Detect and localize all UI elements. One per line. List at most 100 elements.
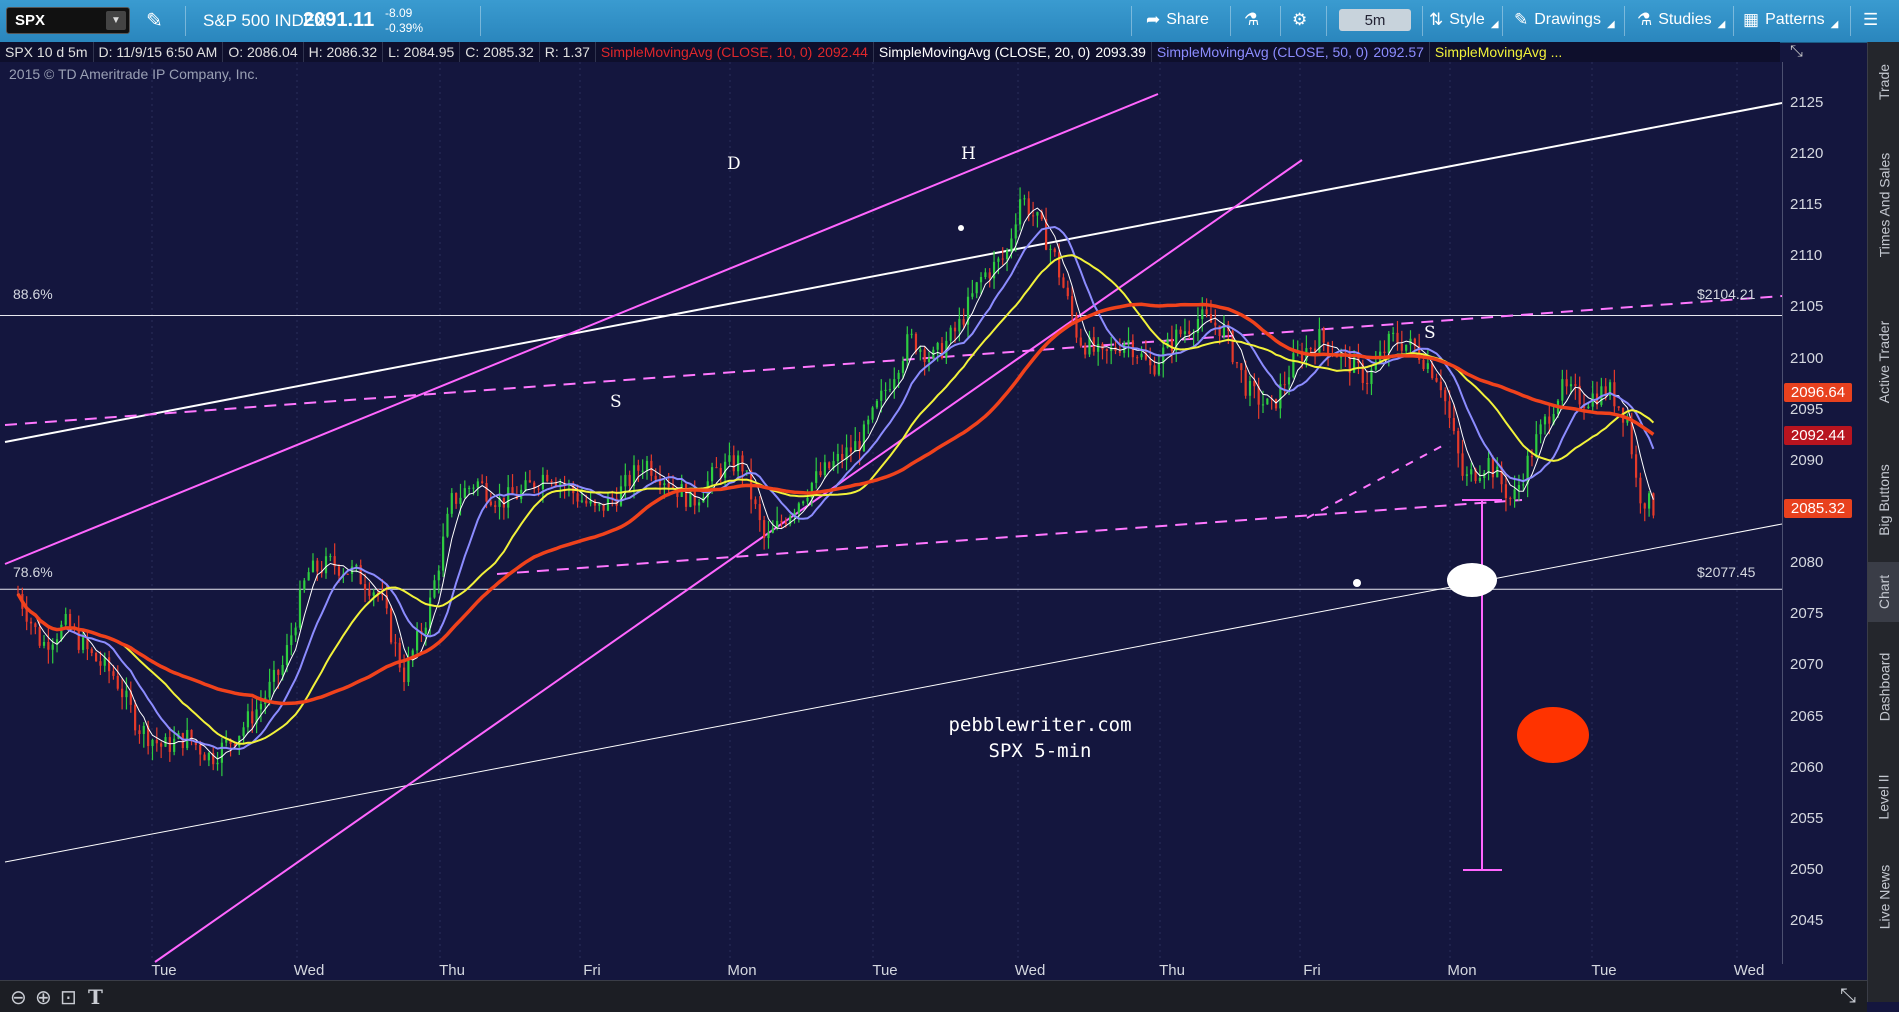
candle-body [841,453,844,461]
candle-body [914,333,918,352]
candle-body [1209,314,1213,323]
sidebar-tab-label: Dashboard [1876,652,1892,722]
candle-body [472,487,475,489]
candle-body [619,486,623,506]
time-tick-label: Mon [727,962,757,979]
candle-body [277,669,280,675]
candle-body [1153,365,1156,375]
candle-body [1170,338,1174,351]
candle-body [1426,363,1429,369]
candle-body [867,419,870,425]
candle-body [745,470,748,472]
candle-body [1205,309,1208,315]
candle-body [1457,430,1460,454]
sidebar-tab-chart[interactable]: Chart [1868,562,1899,622]
sidebar-tab-trade[interactable]: Trade [1868,42,1899,122]
time-tick-label: Tue [1591,962,1617,979]
candle-body [797,503,800,513]
dropdown-corner-icon: ◢ [1830,19,1839,30]
candle-body [489,501,492,506]
sidebar-tab-live-news[interactable]: Live News [1868,842,1899,952]
candle-body [1127,340,1130,344]
price-tick-label: 2045 [1790,912,1824,930]
candle-body [81,637,85,650]
candle-body [160,743,163,747]
candle-body [203,754,206,761]
candle-body [1105,349,1108,351]
price-tag: 2092.44 [1784,425,1852,445]
candle-body [1140,353,1143,358]
candle-body [134,704,137,731]
candle-body [919,349,922,352]
candle-body [1084,345,1087,355]
candle-body [368,589,371,596]
sidebar-tab-times-and-sales[interactable]: Times And Sales [1868,122,1899,287]
candle-body [372,592,375,596]
price-tick-label: 2110 [1790,247,1823,265]
candle-body [684,484,688,507]
pattern-label-h: H [961,144,976,164]
candle-body [402,667,406,683]
text-tool-icon[interactable]: T [88,985,103,1009]
price-tick-label: 2100 [1790,349,1824,367]
candle-body [155,739,158,744]
zoom-in-icon[interactable]: ⊕ [35,985,52,1010]
list-menu-icon: ☰ [1863,10,1879,29]
price-tick-label: 2075 [1790,605,1824,623]
dashed-neckline-lower [496,499,1523,575]
sidebar-tab-level-ii[interactable]: Level II [1868,752,1899,842]
candle-body [1053,248,1056,253]
resize-icon[interactable]: ⤡ [1840,985,1856,1008]
candle-body [654,475,657,480]
zoom-select-icon[interactable]: ⊡ [60,985,77,1010]
sidebar-tab-label: Level II [1876,774,1893,820]
time-tick-label: Mon [1447,962,1477,979]
candle-body [1214,322,1217,326]
candle-body [1023,198,1026,200]
price-tag: 2096.64 [1784,382,1852,402]
sidebar-tab-dashboard[interactable]: Dashboard [1868,622,1899,752]
time-tick-label: Tue [151,962,177,979]
candle-body [1561,379,1564,401]
price-tick-label: 2095 [1790,400,1824,418]
candle-body [763,520,766,539]
price-tick-label: 2065 [1790,707,1824,725]
candle-body [463,488,466,498]
candle-body [1261,404,1265,406]
candle-body [1062,277,1065,288]
candle-body [1031,215,1035,217]
candle-body [923,349,926,362]
price-tick-label: 2060 [1790,758,1824,776]
pattern-label-s: S [610,392,622,412]
candle-body [880,390,883,401]
price-tick-label: 2050 [1790,860,1824,878]
candle-body [1617,406,1620,408]
zoom-out-icon[interactable]: ⊖ [10,985,27,1010]
menu-button[interactable]: ☰ [1863,10,1878,30]
candle-body [754,499,757,505]
candle-body [47,641,50,650]
candle-body [1565,379,1568,387]
candle-body [225,739,228,743]
candle-body [710,467,714,482]
candle-body [355,565,358,567]
sidebar-tab-big-buttons[interactable]: Big Buttons [1868,437,1899,562]
candle-body [737,455,740,472]
candle-body [307,572,310,581]
fib-level-label: 88.6% [13,286,53,302]
candle-body [1183,331,1187,335]
candle-body [936,343,939,350]
candle-body [854,441,857,452]
price-chart[interactable] [0,0,1782,980]
price-tick-label: 2105 [1790,298,1824,316]
candle-body [337,566,341,576]
candle-body [398,642,401,668]
candle-body [1036,212,1039,216]
collapse-icon[interactable]: ⤡ [1790,43,1803,61]
candle-body [958,318,961,332]
candle-body [663,483,666,486]
time-tick-label: Tue [872,962,898,979]
candle-body [1292,353,1295,378]
candle-body [875,400,879,408]
sidebar-tab-active-trader[interactable]: Active Trader [1868,287,1899,437]
